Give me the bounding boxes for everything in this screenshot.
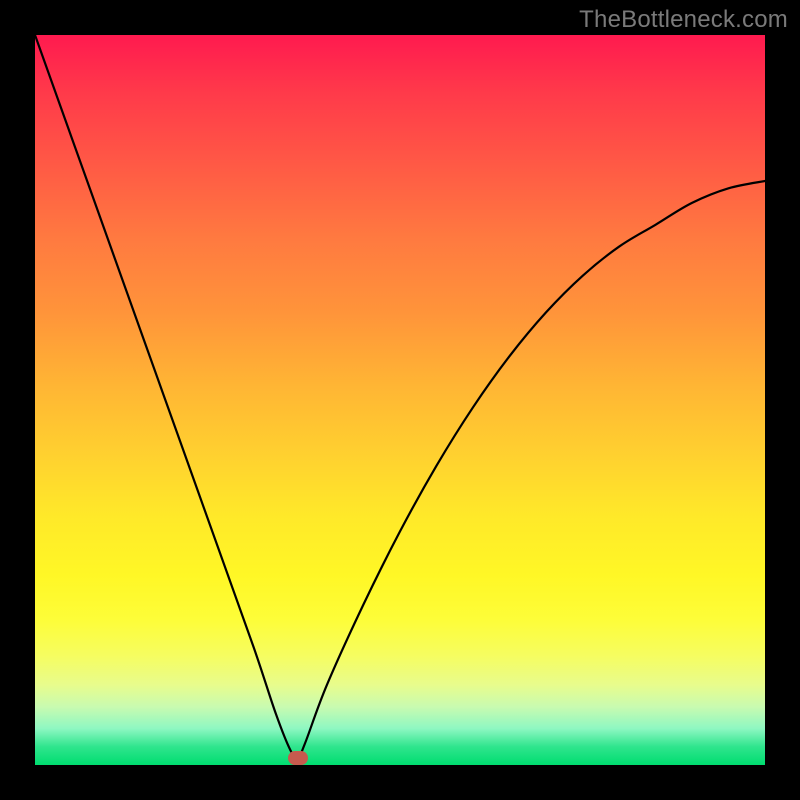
watermark-text: TheBottleneck.com (579, 6, 788, 34)
bottleneck-curve (35, 35, 765, 765)
chart-frame: TheBottleneck.com (0, 0, 800, 800)
plot-area (35, 35, 765, 765)
optimal-point-marker (288, 751, 308, 765)
